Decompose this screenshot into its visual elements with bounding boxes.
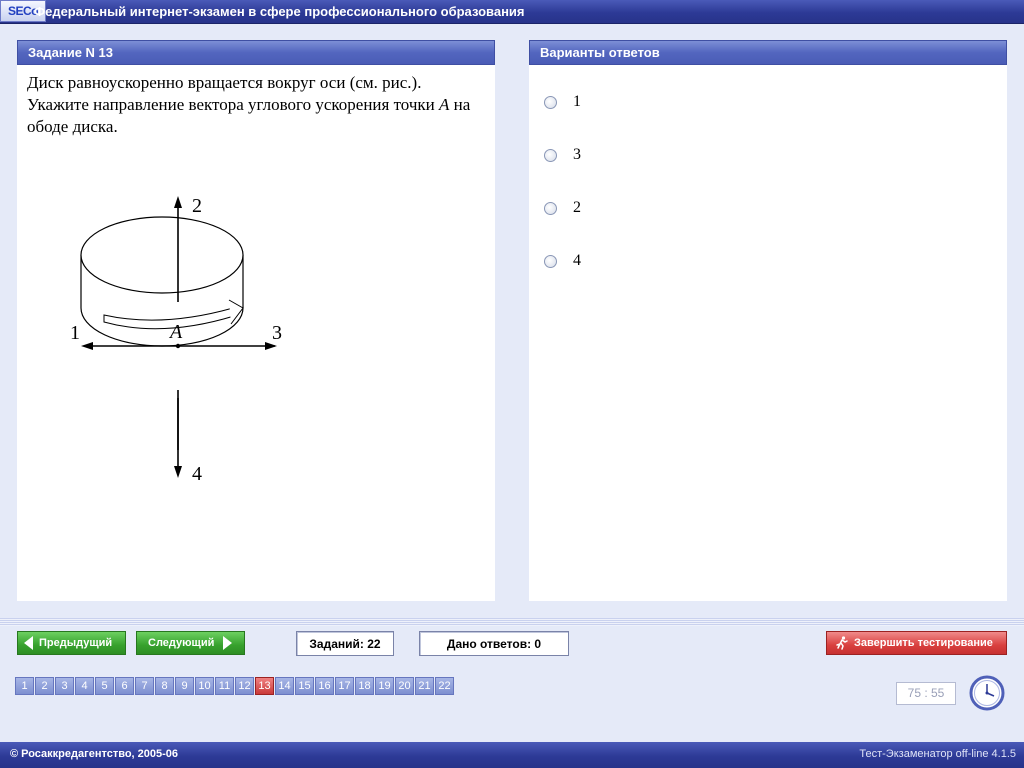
- arrow-down-head: [174, 466, 182, 478]
- answer-option[interactable]: 3: [544, 145, 581, 165]
- app-title: Федеральный интернет-экзамен в сфере про…: [34, 4, 525, 19]
- question-number-button[interactable]: 21: [415, 677, 434, 695]
- question-header: Задание N 13: [17, 40, 495, 65]
- question-number-button[interactable]: 5: [95, 677, 114, 695]
- question-number-button[interactable]: 6: [115, 677, 134, 695]
- clock-icon: [969, 675, 1005, 711]
- next-button-label: Следующий: [148, 637, 215, 649]
- question-number-button[interactable]: 3: [55, 677, 74, 695]
- answers-header: Варианты ответов: [529, 40, 1007, 65]
- next-button[interactable]: Следующий: [136, 631, 245, 655]
- question-number-button[interactable]: 4: [75, 677, 94, 695]
- question-number-button[interactable]: 9: [175, 677, 194, 695]
- point-a: [175, 343, 181, 349]
- question-number-bar: 1 2 3 4 5 6 7 8 9 10 11 12 13 14 15 16 17 18 19 20 21 22: [15, 677, 455, 695]
- copyright: © Росаккредагентство, 2005-06: [10, 748, 179, 760]
- label-point: A: [168, 321, 183, 343]
- question-number-button[interactable]: 14: [275, 677, 294, 695]
- question-number-button[interactable]: 18: [355, 677, 374, 695]
- question-number-button[interactable]: 20: [395, 677, 414, 695]
- answer-radio[interactable]: [544, 95, 557, 109]
- timer-display: 75 : 55: [896, 682, 956, 705]
- arrow-left-head: [81, 342, 93, 350]
- question-number-button[interactable]: 19: [375, 677, 394, 695]
- answer-option[interactable]: 4: [544, 251, 581, 271]
- answer-label: 3: [573, 146, 581, 163]
- prev-button-label: Предыдущий: [39, 637, 113, 649]
- answer-label: 2: [573, 199, 581, 216]
- label-left: 1: [70, 322, 80, 344]
- question-number-button[interactable]: 11: [215, 677, 234, 695]
- answer-radio[interactable]: [544, 254, 557, 268]
- title-bar: SECo Федеральный интернет-экзамен в сфер…: [0, 0, 1024, 24]
- question-text-start: Диск равноускоренно вращается вокруг оси…: [27, 73, 440, 114]
- app-version: Тест-Экзаменатор off-line 4.1.5: [859, 748, 1016, 760]
- answer-radio[interactable]: [544, 201, 557, 215]
- question-number-button[interactable]: 22: [435, 677, 454, 695]
- arrow-right-icon: [223, 636, 233, 650]
- question-number-button[interactable]: 12: [235, 677, 254, 695]
- disk-figure-lower: 4: [174, 390, 202, 485]
- answer-option[interactable]: 1: [544, 92, 581, 112]
- answer-option[interactable]: 2: [544, 198, 581, 218]
- question-point: A: [439, 95, 450, 114]
- answers-panel: Варианты ответов 1 3 2 4: [529, 40, 1007, 601]
- answer-radio[interactable]: [544, 148, 557, 162]
- disk-top: [80, 216, 244, 294]
- runner-icon: [836, 636, 848, 650]
- question-number-button[interactable]: 8: [155, 677, 174, 695]
- label-up: 2: [192, 195, 202, 217]
- question-number-button[interactable]: 17: [335, 677, 354, 695]
- separator-strip: [0, 618, 1024, 626]
- answer-label: 4: [573, 252, 581, 269]
- prev-button[interactable]: Предыдущий: [17, 631, 126, 655]
- question-number-button[interactable]: 1: [15, 677, 34, 695]
- arrow-left-icon: [24, 636, 33, 650]
- question-text: Диск равноускоренно вращается вокруг оси…: [27, 72, 487, 138]
- question-number-button[interactable]: 16: [315, 677, 334, 695]
- label-down: 4: [192, 463, 202, 485]
- question-number-button[interactable]: 13: [255, 677, 274, 695]
- answered-counter: Дано ответов: 0: [419, 631, 569, 656]
- question-panel: Задание N 13 Диск равноускоренно вращает…: [17, 40, 495, 601]
- question-number-button[interactable]: 15: [295, 677, 314, 695]
- question-number-button[interactable]: 2: [35, 677, 54, 695]
- finish-test-button[interactable]: Завершить тестирование: [826, 631, 1007, 655]
- tasks-counter: Заданий: 22: [296, 631, 394, 656]
- answer-label: 1: [573, 93, 581, 110]
- arrow-up-head: [174, 196, 182, 208]
- question-number-button[interactable]: 7: [135, 677, 154, 695]
- question-number-button[interactable]: 10: [195, 677, 214, 695]
- finish-button-label: Завершить тестирование: [854, 637, 993, 649]
- label-right: 3: [272, 322, 282, 344]
- footer: © Росаккредагентство, 2005-06 Тест-Экзам…: [0, 742, 1024, 768]
